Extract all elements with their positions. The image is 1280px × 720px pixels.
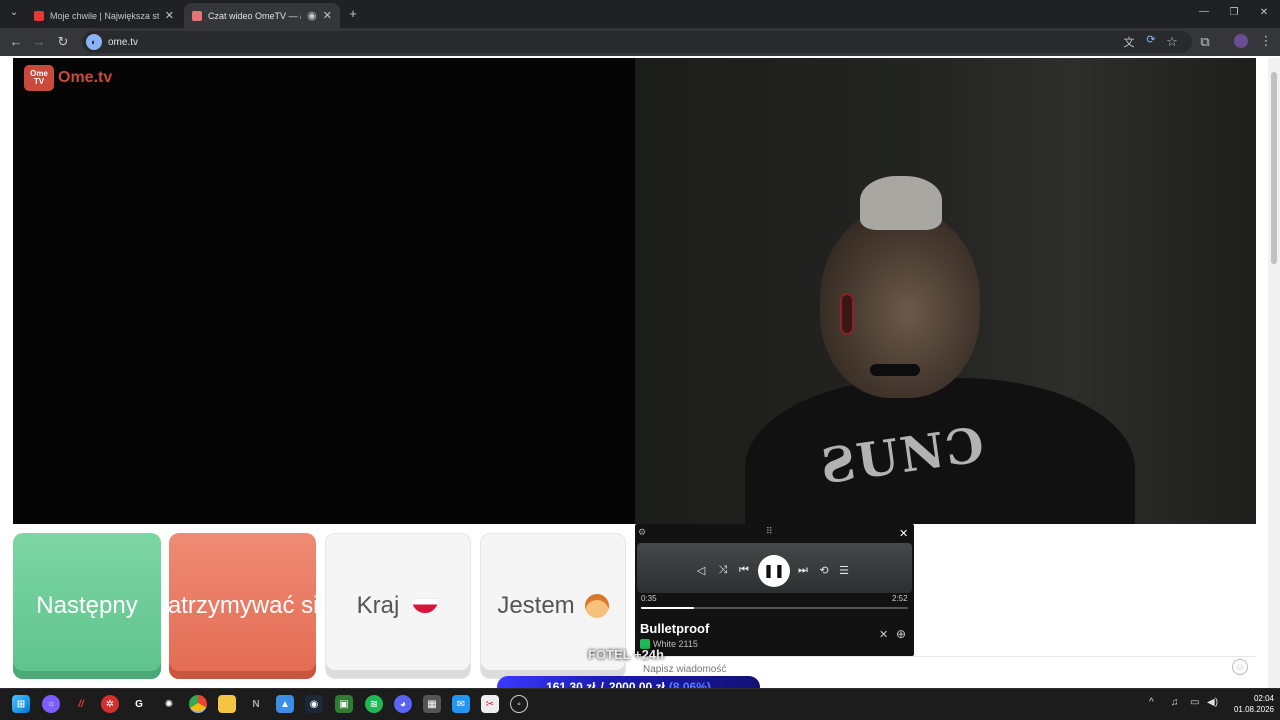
spotify-icon[interactable]: ≋	[365, 695, 383, 713]
clock-time: 02:04	[1253, 694, 1274, 703]
speaker-icon[interactable]: ◀)	[1207, 697, 1218, 708]
pause-icon: ❚❚	[763, 563, 785, 578]
close-tab-icon[interactable]: ✕	[323, 9, 332, 22]
msi-afterburner-icon[interactable]: //	[72, 695, 90, 713]
logo-brand: Ome.tv	[58, 69, 113, 86]
recording-icon: ◉	[307, 10, 317, 22]
address-bar[interactable]: ◐ ome.tv	[82, 31, 1192, 53]
minimize-button[interactable]: —	[1196, 6, 1212, 17]
steelseries-icon[interactable]: ✺	[160, 695, 178, 713]
steam-icon[interactable]: ◉	[305, 695, 323, 713]
shuffle-icon[interactable]: ⤨	[716, 564, 730, 577]
app-ring-icon[interactable]: ◦	[510, 695, 528, 713]
app-blue-icon[interactable]: ✉	[452, 695, 470, 713]
person-cap	[860, 176, 942, 230]
fotel-label: FOTEL +24h	[588, 647, 664, 662]
dislike-icon[interactable]: ✕	[879, 628, 888, 641]
taskbar-clock[interactable]: 02:04 01.08.2026	[1226, 693, 1274, 715]
tab-moje-chwile[interactable]: Moje chwile | Największa strona ✕	[26, 3, 182, 28]
next-button[interactable]: Następny	[13, 533, 161, 679]
repeat-icon[interactable]: ⟲	[817, 564, 831, 577]
lyrics-icon[interactable]: ☰	[837, 564, 851, 577]
close-tab-icon[interactable]: ✕	[165, 9, 174, 22]
emoji-smiley-icon[interactable]: ☺	[1232, 659, 1248, 675]
restore-button[interactable]: ❐	[1226, 7, 1242, 18]
local-video	[13, 58, 635, 524]
country-button[interactable]: Kraj	[325, 533, 471, 679]
gender-button-label: Jestem	[497, 592, 575, 619]
favicon-icon	[34, 10, 44, 21]
photos-icon[interactable]: ▲	[276, 695, 294, 713]
extensions-puzzle-icon[interactable]: ⧉	[1197, 34, 1213, 50]
next-track-icon[interactable]: ⏭	[796, 564, 810, 577]
track-duration: 2:52	[892, 594, 908, 603]
elapsed-time: 0:35	[641, 594, 657, 603]
notion-icon[interactable]: N	[247, 695, 265, 713]
snipping-tool-icon[interactable]: ✂	[481, 695, 499, 713]
chat-messages	[914, 524, 1256, 656]
next-button-label: Następny	[36, 592, 138, 619]
player-settings-icon[interactable]: ⚙	[638, 527, 646, 538]
microphone-icon[interactable]: ♫	[1171, 697, 1179, 708]
headset-mic	[870, 364, 920, 376]
volume-icon[interactable]: ◁	[694, 564, 708, 577]
discord-icon[interactable]: ◕	[394, 695, 412, 713]
add-to-playlist-icon[interactable]: ⊕	[896, 627, 906, 641]
reload-icon[interactable]: ↻	[55, 34, 71, 50]
close-window-button[interactable]: ✕	[1256, 7, 1272, 18]
poland-flag-icon	[411, 598, 440, 614]
forward-arrow-icon[interactable]: →	[31, 34, 47, 49]
remote-video: ƧUNƆ	[635, 58, 1256, 524]
site-info-icon[interactable]: ◐	[86, 34, 102, 50]
back-arrow-icon[interactable]: ←	[8, 34, 24, 49]
ometv-logo[interactable]: Ome TV Ome.tv	[24, 64, 112, 92]
favicon-icon	[192, 10, 202, 21]
network-icon[interactable]: ▭	[1190, 697, 1199, 708]
tab-title: Czat wideo OmeTV — alter	[208, 10, 301, 21]
scrollbar-thumb[interactable]	[1271, 72, 1277, 264]
chat-input[interactable]	[643, 662, 1203, 676]
new-tab-button[interactable]: +	[345, 6, 361, 21]
app-circle-icon[interactable]: ○	[42, 695, 60, 713]
app-red-icon[interactable]: ✲	[101, 695, 119, 713]
song-title: Bulletproof	[640, 621, 710, 636]
tray-chevron-icon[interactable]: ^	[1149, 697, 1154, 708]
clock-date: 01.08.2026	[1233, 705, 1274, 714]
calculator-icon[interactable]: ▦	[423, 695, 441, 713]
tab-search-icon[interactable]: ⌄	[6, 7, 22, 18]
url-text: ome.tv	[108, 36, 139, 48]
close-player-icon[interactable]: ✕	[899, 527, 908, 540]
country-button-label: Kraj	[356, 592, 400, 619]
menu-kebab-icon[interactable]: ⋮	[1258, 33, 1274, 49]
chrome-icon[interactable]	[189, 695, 207, 713]
stop-button-label: Zatrzymywać się	[169, 592, 316, 619]
tab-title: Moje chwile | Największa strona	[50, 10, 159, 21]
bookmark-star-icon[interactable]: ☆	[1164, 34, 1180, 50]
app-green-icon[interactable]: ▣	[335, 695, 353, 713]
logo-tv-icon: Ome TV	[24, 65, 54, 91]
file-explorer-icon[interactable]	[218, 695, 236, 713]
extension-sync-icon[interactable]: ⟳	[1143, 33, 1159, 46]
stop-button[interactable]: Zatrzymywać się	[169, 533, 316, 679]
profile-avatar[interactable]	[1234, 34, 1248, 48]
app-g-icon[interactable]: G	[130, 695, 148, 713]
headset	[840, 293, 854, 335]
previous-track-icon[interactable]: ⏮	[737, 564, 751, 577]
pause-button[interactable]: ❚❚	[758, 555, 790, 587]
translate-icon[interactable]: 文	[1121, 34, 1137, 50]
drag-handle-icon[interactable]: ⠿	[766, 526, 773, 537]
tab-ometv[interactable]: Czat wideo OmeTV — alter ◉ ✕	[184, 3, 340, 28]
progress-fill	[641, 607, 695, 609]
boy-emoji-icon	[584, 594, 609, 618]
windows-start-icon[interactable]: ⊞	[12, 695, 30, 713]
